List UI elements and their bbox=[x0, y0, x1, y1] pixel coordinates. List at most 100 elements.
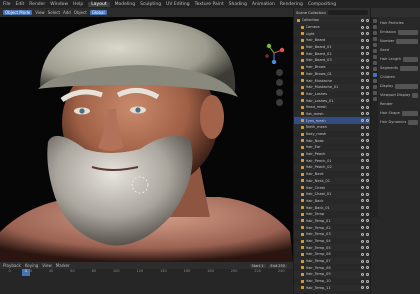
outliner-row[interactable]: Light bbox=[294, 30, 370, 38]
visibility-eye-icon[interactable] bbox=[360, 25, 364, 29]
render-camera-icon[interactable] bbox=[366, 92, 369, 96]
property-value-field[interactable] bbox=[395, 83, 418, 89]
render-camera-icon[interactable] bbox=[366, 206, 369, 210]
render-camera-icon[interactable] bbox=[366, 105, 369, 109]
render-camera-icon[interactable] bbox=[366, 165, 369, 169]
visibility-eye-icon[interactable] bbox=[360, 266, 364, 270]
outliner-row[interactable]: Hair_Temp_02 bbox=[294, 224, 370, 231]
outliner-row[interactable]: Hair_Brows_01 bbox=[294, 70, 370, 78]
render-camera-icon[interactable] bbox=[366, 132, 369, 136]
outliner-row[interactable]: Hair_Peach_02 bbox=[294, 164, 370, 171]
current-frame-indicator[interactable]: 1 bbox=[22, 269, 30, 276]
visibility-eye-icon[interactable] bbox=[360, 85, 364, 89]
visibility-eye-icon[interactable] bbox=[360, 105, 364, 109]
zoom-icon[interactable] bbox=[276, 69, 283, 76]
visibility-eye-icon[interactable] bbox=[360, 52, 364, 56]
render-camera-icon[interactable] bbox=[366, 125, 369, 129]
workspace-tab-layout[interactable]: Layout bbox=[88, 1, 110, 7]
outliner-row[interactable]: Hair_Neck bbox=[294, 171, 370, 178]
visibility-eye-icon[interactable] bbox=[360, 58, 364, 62]
render-camera-icon[interactable] bbox=[366, 38, 369, 42]
workspace-tab-sculpting[interactable]: Sculpting bbox=[140, 2, 161, 7]
visibility-eye-icon[interactable] bbox=[360, 172, 364, 176]
render-camera-icon[interactable] bbox=[366, 72, 369, 76]
visibility-eye-icon[interactable] bbox=[360, 252, 364, 256]
render-camera-icon[interactable] bbox=[366, 45, 369, 49]
properties-tab-icon[interactable] bbox=[372, 97, 377, 101]
workspace-tab-shading[interactable]: Shading bbox=[229, 2, 247, 7]
outliner-row[interactable]: Hair_Brows bbox=[294, 64, 370, 71]
visibility-eye-icon[interactable] bbox=[360, 199, 364, 203]
render-camera-icon[interactable] bbox=[366, 272, 369, 276]
workspace-tab-rendering[interactable]: Rendering bbox=[280, 2, 303, 7]
outliner-row[interactable]: Hair_Temp_06 bbox=[294, 251, 370, 258]
properties-tab-icon[interactable] bbox=[372, 91, 377, 95]
visibility-eye-icon[interactable] bbox=[360, 192, 364, 196]
render-camera-icon[interactable] bbox=[366, 259, 369, 263]
outliner-row[interactable]: Hair_Temp_11 bbox=[294, 284, 370, 292]
render-camera-icon[interactable] bbox=[366, 152, 369, 156]
visibility-eye-icon[interactable] bbox=[360, 165, 364, 169]
menu-item-window[interactable]: Window bbox=[50, 2, 68, 7]
render-camera-icon[interactable] bbox=[366, 239, 369, 243]
outliner-row[interactable]: Hair_Temp_03 bbox=[294, 231, 370, 238]
workspace-tab-uv-editing[interactable]: UV Editing bbox=[166, 2, 189, 7]
visibility-eye-icon[interactable] bbox=[360, 286, 364, 290]
outliner-row[interactable]: Hair_Temp_04 bbox=[294, 238, 370, 245]
visibility-eye-icon[interactable] bbox=[360, 79, 364, 83]
render-camera-icon[interactable] bbox=[366, 65, 369, 69]
render-camera-icon[interactable] bbox=[366, 172, 369, 176]
render-camera-icon[interactable] bbox=[366, 159, 369, 163]
outliner-row[interactable]: Hair_Chest bbox=[294, 184, 370, 191]
visibility-eye-icon[interactable] bbox=[360, 186, 364, 190]
render-camera-icon[interactable] bbox=[366, 99, 369, 103]
viewport-menu-global[interactable]: Global bbox=[89, 10, 107, 15]
properties-tab-icon[interactable] bbox=[372, 85, 377, 89]
viewport-menu-view[interactable]: View bbox=[35, 10, 45, 15]
outliner-row[interactable]: Teeth_mesh bbox=[294, 124, 370, 131]
outliner-row[interactable]: Hair_Temp_01 bbox=[294, 217, 370, 225]
render-camera-icon[interactable] bbox=[366, 226, 369, 230]
render-camera-icon[interactable] bbox=[366, 32, 369, 36]
outliner-row[interactable]: Hair_Beard_03 bbox=[294, 57, 370, 64]
render-camera-icon[interactable] bbox=[366, 232, 369, 236]
render-camera-icon[interactable] bbox=[366, 79, 369, 83]
property-value-field[interactable] bbox=[402, 56, 418, 62]
frame-end-field[interactable]: End 250 bbox=[268, 263, 287, 268]
properties-tab-icon[interactable] bbox=[372, 73, 377, 77]
outliner-row[interactable]: Hair_Back_01 bbox=[294, 204, 370, 211]
outliner-row[interactable]: Hair_Chest_01 bbox=[294, 190, 370, 198]
visibility-eye-icon[interactable] bbox=[360, 226, 364, 230]
properties-tab-icon[interactable] bbox=[372, 55, 377, 59]
render-camera-icon[interactable] bbox=[366, 112, 369, 116]
pan-icon[interactable] bbox=[276, 79, 283, 86]
outliner-row[interactable]: Hair_Mustache_01 bbox=[294, 83, 370, 91]
properties-tab-icon[interactable] bbox=[372, 25, 377, 29]
visibility-eye-icon[interactable] bbox=[360, 119, 364, 123]
render-camera-icon[interactable] bbox=[366, 266, 369, 270]
visibility-eye-icon[interactable] bbox=[360, 232, 364, 236]
outliner-row[interactable]: Hair_Neck_01 bbox=[294, 177, 370, 185]
visibility-eye-icon[interactable] bbox=[360, 45, 364, 49]
properties-tab-icon[interactable] bbox=[372, 79, 377, 83]
outliner-row[interactable]: Hair_Lashes_01 bbox=[294, 97, 370, 104]
outliner-row[interactable]: Hair_Mustache bbox=[294, 77, 370, 84]
outliner-row[interactable]: Hair_Ear bbox=[294, 144, 370, 151]
menu-item-edit[interactable]: Edit bbox=[16, 2, 25, 7]
outliner-row[interactable]: Camera bbox=[294, 24, 370, 31]
viewport-menu-select[interactable]: Select bbox=[48, 10, 60, 15]
outliner-row[interactable]: Hair_Lashes bbox=[294, 91, 370, 98]
menu-item-file[interactable]: File bbox=[3, 2, 11, 7]
properties-tab-icon[interactable] bbox=[372, 61, 377, 65]
render-camera-icon[interactable] bbox=[366, 246, 369, 250]
properties-tab-icon[interactable] bbox=[372, 67, 377, 71]
visibility-eye-icon[interactable] bbox=[360, 259, 364, 263]
property-value-field[interactable] bbox=[398, 29, 418, 35]
visibility-eye-icon[interactable] bbox=[360, 272, 364, 276]
visibility-eye-icon[interactable] bbox=[360, 72, 364, 76]
workspace-tab-modeling[interactable]: Modeling bbox=[115, 2, 135, 7]
timeline-menu-marker[interactable]: Marker bbox=[56, 263, 70, 268]
outliner-row[interactable]: Hair_Nose bbox=[294, 137, 370, 145]
render-camera-icon[interactable] bbox=[366, 85, 369, 89]
visibility-eye-icon[interactable] bbox=[360, 32, 364, 36]
